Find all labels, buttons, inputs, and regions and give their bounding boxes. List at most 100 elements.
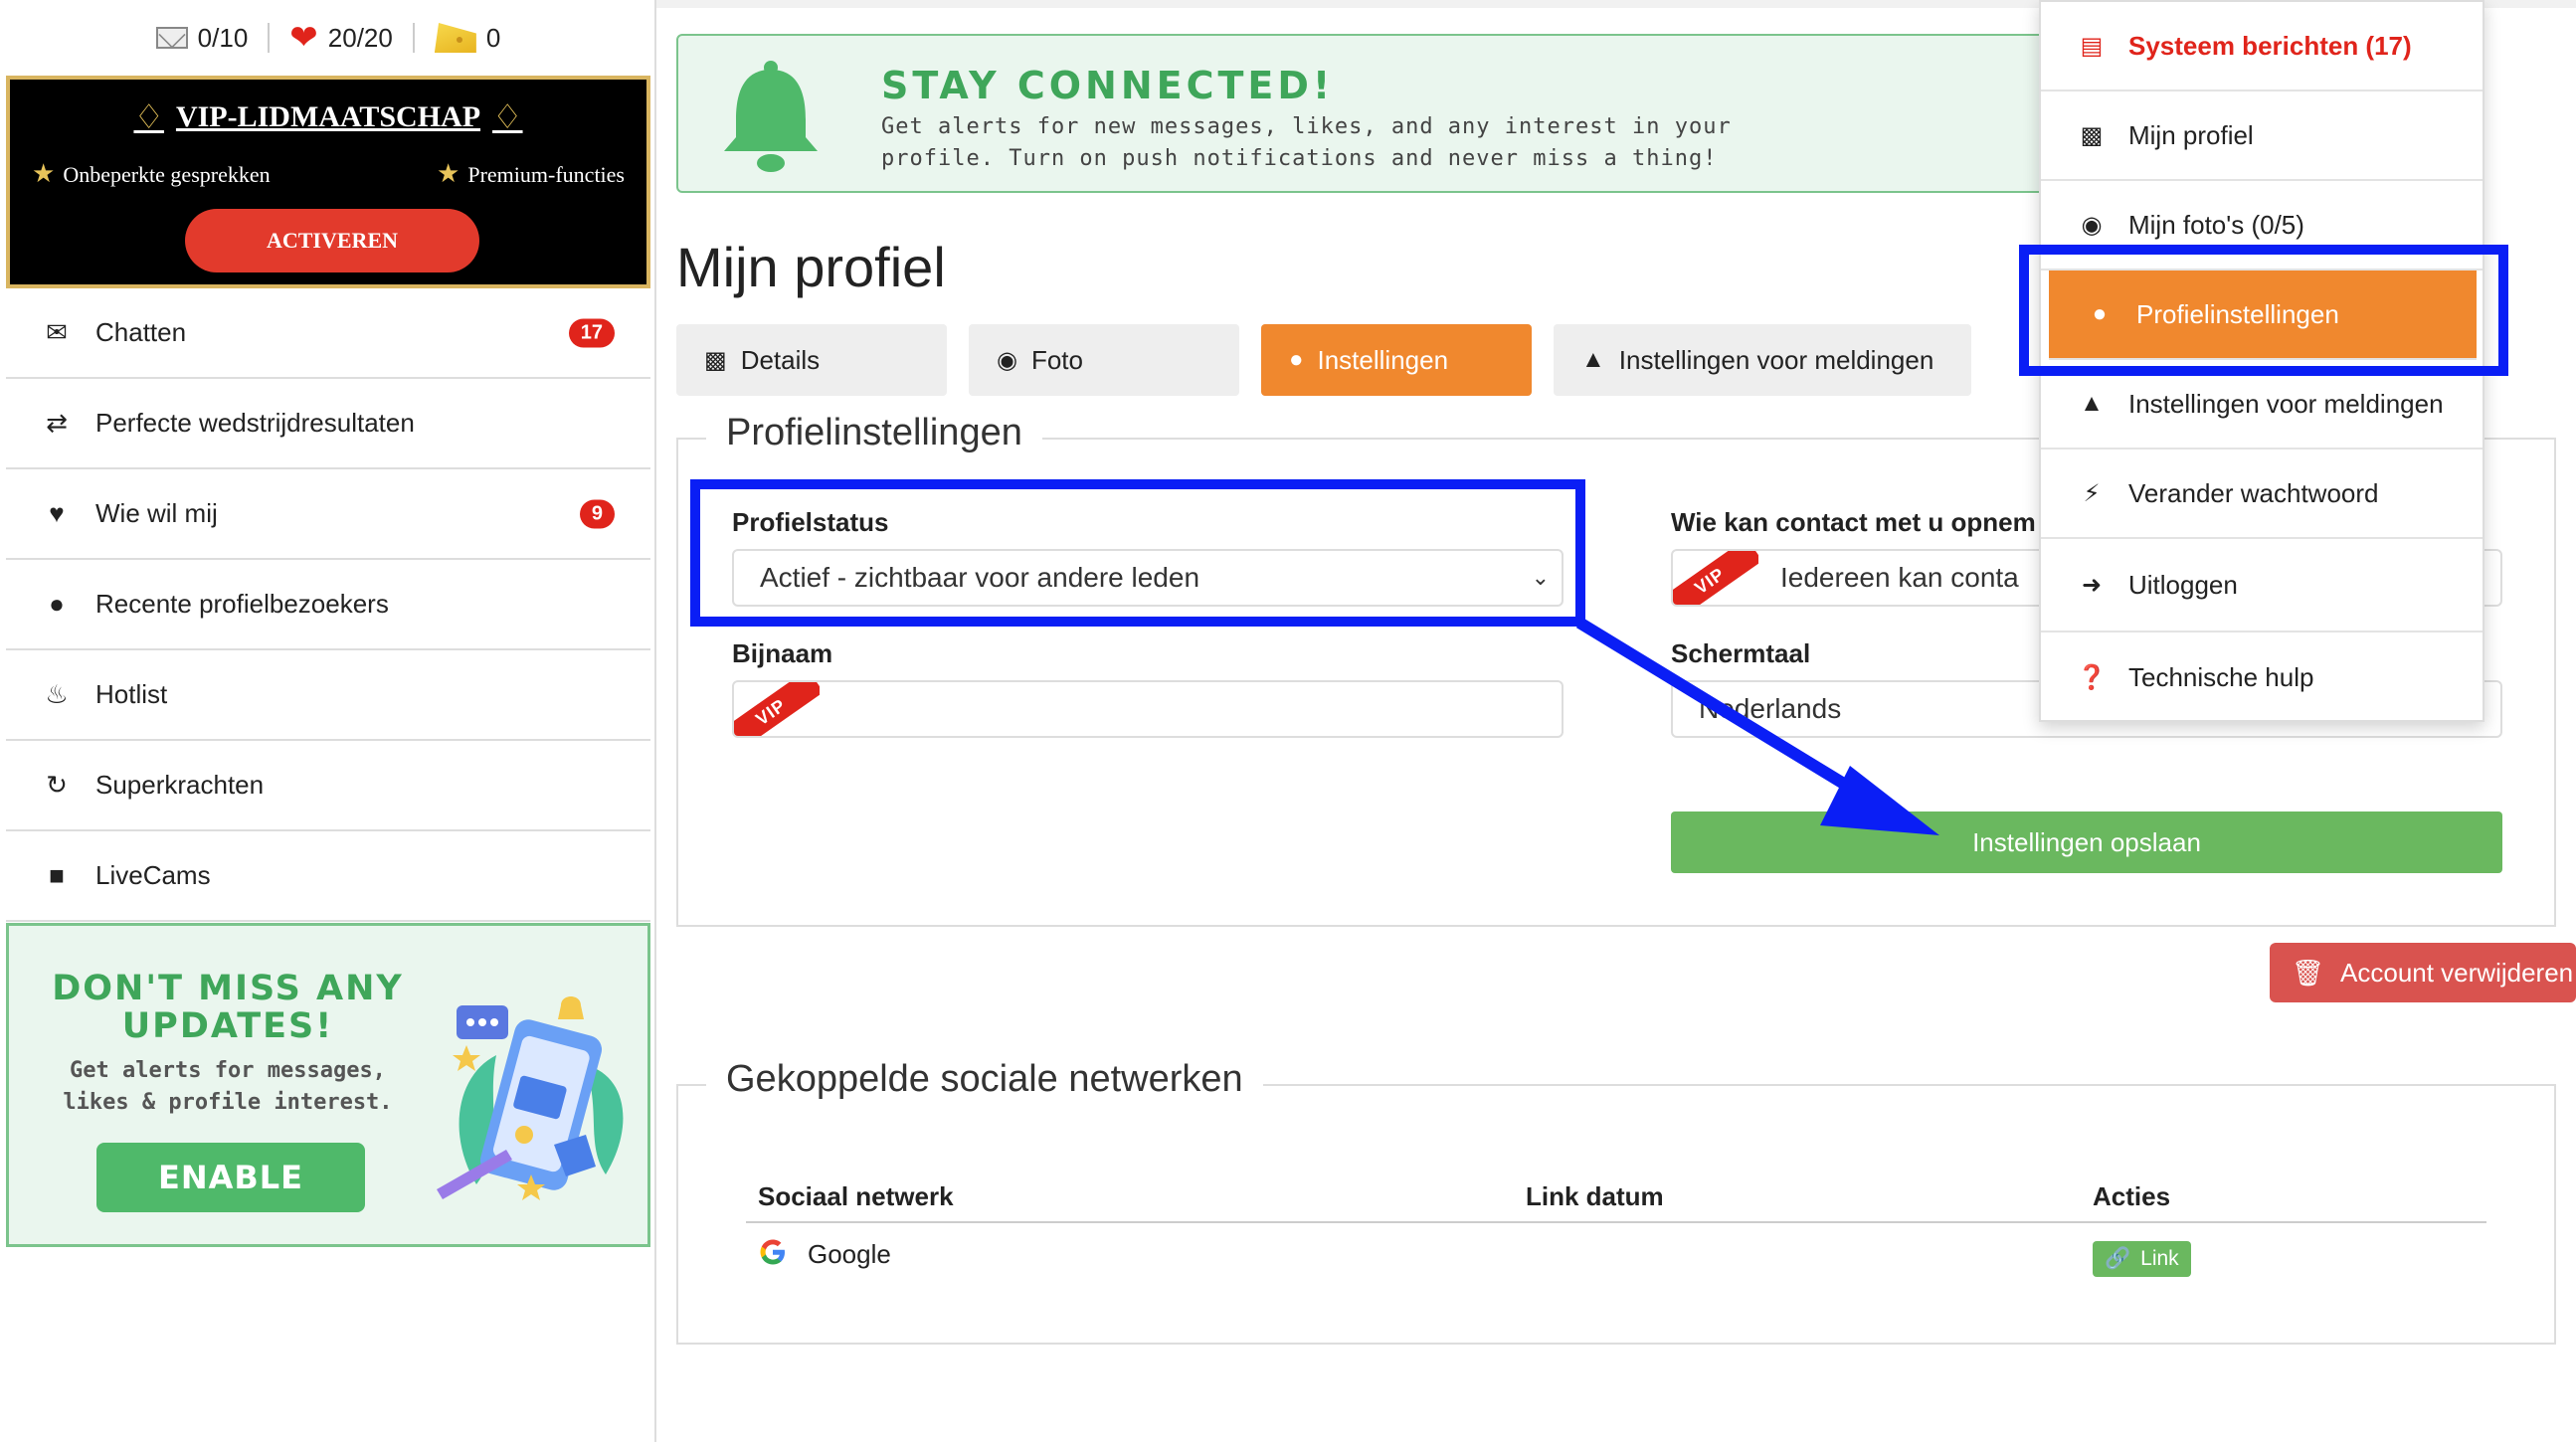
vip-membership-box: ♢ VIP-LIDMAATSCHAP ♢ ★ Onbeperkte gesprek… (6, 76, 650, 288)
save-settings-button[interactable]: Instellingen opslaan (1671, 811, 2502, 873)
sidebar-item-superpowers[interactable]: ↻ Superkrachten (6, 741, 650, 831)
bolt-icon: ⚡ (2083, 479, 2101, 507)
camera-icon: ◉ (2081, 211, 2103, 239)
sidebar-item-visitors[interactable]: ● Recente profielbezoekers (6, 560, 650, 650)
vip-title: ♢ VIP-LIDMAATSCHAP ♢ (10, 97, 646, 137)
tab-photo[interactable]: ◉ Foto (969, 324, 1239, 396)
profile-tabs: ▩ Details ◉ Foto ● Instellingen ▲ Instel… (676, 324, 1971, 396)
enable-notifications-button[interactable]: ENABLE (96, 1143, 365, 1212)
menu-item-label: Mijn foto's (0/5) (2128, 209, 2304, 240)
vip-feature-text: Premium-functies (467, 162, 625, 187)
envelope-icon: ✉ (46, 317, 68, 347)
google-icon (760, 1239, 785, 1265)
coins-stat[interactable]: 0 (434, 22, 501, 54)
tab-notification-settings[interactable]: ▲ Instellingen voor meldingen (1554, 324, 1971, 396)
trash-icon: 🗑 (2292, 957, 2325, 988)
vip-feature-text: Onbeperkte gesprekken (63, 162, 271, 187)
video-icon: ■ (49, 860, 65, 890)
tab-label: Instellingen voor meldingen (1618, 344, 1934, 375)
profile-status-label: Profielstatus (732, 507, 889, 537)
link-label: Link (2140, 1247, 2179, 1270)
menu-item-label: Instellingen voor meldingen (2128, 388, 2444, 419)
envelope-icon (155, 27, 188, 49)
menu-item-profile-settings[interactable]: ● Profielinstellingen (2049, 270, 2477, 360)
bell-icon (724, 61, 818, 172)
vip-tag: VIP (1673, 551, 1758, 605)
coins-count: 0 (485, 22, 501, 53)
messages-stat[interactable]: 0/10 (155, 23, 248, 54)
menu-item-system-messages[interactable]: ▤ Systeem berichten (17) (2041, 2, 2483, 91)
table-header: Sociaal netwerk Link datum Acties (746, 1177, 2486, 1223)
profile-status-value: Actief - zichtbaar voor andere leden (760, 562, 1200, 593)
menu-item-notification-settings[interactable]: ▲ Instellingen voor meldingen (2041, 360, 2483, 450)
hearts-count: 20/20 (327, 22, 393, 53)
heart-icon: ♥ (49, 498, 65, 528)
section-legend: Gekoppelde sociale netwerken (706, 1058, 1263, 1101)
user-icon: ● (2092, 300, 2108, 327)
camera-icon: ◉ (997, 346, 1017, 374)
sidebar-item-chatten[interactable]: ✉ Chatten 17 (6, 288, 650, 379)
menu-item-change-password[interactable]: ⚡ Verander wachtwoord (2041, 450, 2483, 539)
sidebar-item-label: Chatten (95, 317, 187, 347)
sidebar-item-likes[interactable]: ♥ Wie wil mij 9 (6, 469, 650, 560)
page-title: Mijn profiel (676, 236, 946, 298)
user-icon: ● (49, 589, 65, 619)
divider (412, 23, 415, 53)
vip-ribbon: VIP (1673, 551, 1758, 605)
phone-illustration-icon (437, 996, 624, 1200)
nickname-field[interactable]: VIP (732, 680, 1564, 738)
sidebar-item-label: Perfecte wedstrijdresultaten (95, 408, 415, 438)
vip-feature: ★ Premium-functies (437, 159, 625, 189)
sidebar-item-label: Recente profielbezoekers (95, 589, 389, 619)
star-icon: ★ (32, 159, 56, 188)
vip-title-text[interactable]: VIP-LIDMAATSCHAP (176, 100, 480, 134)
stats-bar: 0/10 ❤ 20/20 0 (6, 0, 650, 76)
sidebar: 0/10 ❤ 20/20 0 ♢ VIP-LIDMAATSCHAP ♢ ★ Onb… (0, 0, 656, 1442)
vip-ribbon: VIP (734, 682, 820, 736)
diamond-icon: ♢ (133, 99, 164, 136)
fire-icon: ♨ (45, 679, 69, 709)
promo-subtitle: Get alerts for messages, likes & profile… (63, 1058, 393, 1115)
profile-status-select[interactable]: Actief - zichtbaar voor andere leden ⌄ (732, 549, 1564, 607)
tab-details[interactable]: ▩ Details (676, 324, 947, 396)
id-card-icon: ▩ (704, 346, 727, 374)
menu-item-logout[interactable]: ➜ Uitloggen (2041, 539, 2483, 632)
menu-item-label: Profielinstellingen (2136, 298, 2339, 329)
social-networks-section: Gekoppelde sociale netwerken Sociaal net… (676, 1058, 2556, 1345)
activate-vip-button[interactable]: ACTIVEREN (185, 209, 479, 272)
link-icon: 🔗 (2105, 1247, 2131, 1270)
banner-text: Get alerts for new messages, likes, and … (881, 114, 1732, 171)
vip-tag: VIP (734, 682, 820, 736)
language-label: Schermtaal (1671, 638, 1811, 668)
id-card-icon: ▩ (2080, 121, 2104, 149)
promo-title: DON'T MISS ANY UPDATES! (52, 969, 404, 1046)
shuffle-icon: ⇄ (46, 408, 68, 438)
bell-icon: ▲ (2080, 390, 2104, 417)
sidebar-nav: ✉ Chatten 17 ⇄ Perfecte wedstrijdresulta… (6, 288, 650, 922)
sidebar-item-hotlist[interactable]: ♨ Hotlist (6, 650, 650, 741)
delete-account-button[interactable]: 🗑 Account verwijderen (2270, 943, 2576, 1002)
refresh-icon: ↻ (46, 770, 68, 800)
menu-item-my-profile[interactable]: ▩ Mijn profiel (2041, 91, 2483, 181)
menu-item-tech-support[interactable]: ❓ Technische hulp (2041, 632, 2483, 722)
banner-title: STAY CONNECTED! (881, 64, 1335, 107)
language-value: Nederlands (1699, 693, 1842, 724)
table-row: Google 🔗 Link (746, 1225, 2486, 1285)
sidebar-item-matches[interactable]: ⇄ Perfecte wedstrijdresultaten (6, 379, 650, 469)
chevron-down-icon: ⌄ (1531, 565, 1550, 590)
menu-item-label: Technische hulp (2128, 661, 2314, 692)
tab-label: Instellingen (1317, 344, 1449, 375)
stay-connected-banner: STAY CONNECTED! Get alerts for new messa… (676, 34, 2168, 193)
sidebar-item-livecams[interactable]: ■ LiveCams (6, 831, 650, 922)
sidebar-item-label: Hotlist (95, 679, 168, 709)
link-google-button[interactable]: 🔗 Link (2093, 1241, 2191, 1277)
menu-item-label: Uitloggen (2128, 569, 2238, 600)
unread-badge: 17 (568, 318, 615, 347)
menu-item-label: Verander wachtwoord (2128, 477, 2379, 508)
menu-item-my-photos[interactable]: ◉ Mijn foto's (0/5) (2041, 181, 2483, 270)
divider (268, 23, 271, 53)
list-icon: ▤ (2080, 32, 2104, 60)
tab-settings[interactable]: ● Instellingen (1261, 324, 1532, 396)
section-legend: Profielinstellingen (706, 412, 1042, 454)
hearts-stat[interactable]: ❤ 20/20 (289, 21, 393, 55)
